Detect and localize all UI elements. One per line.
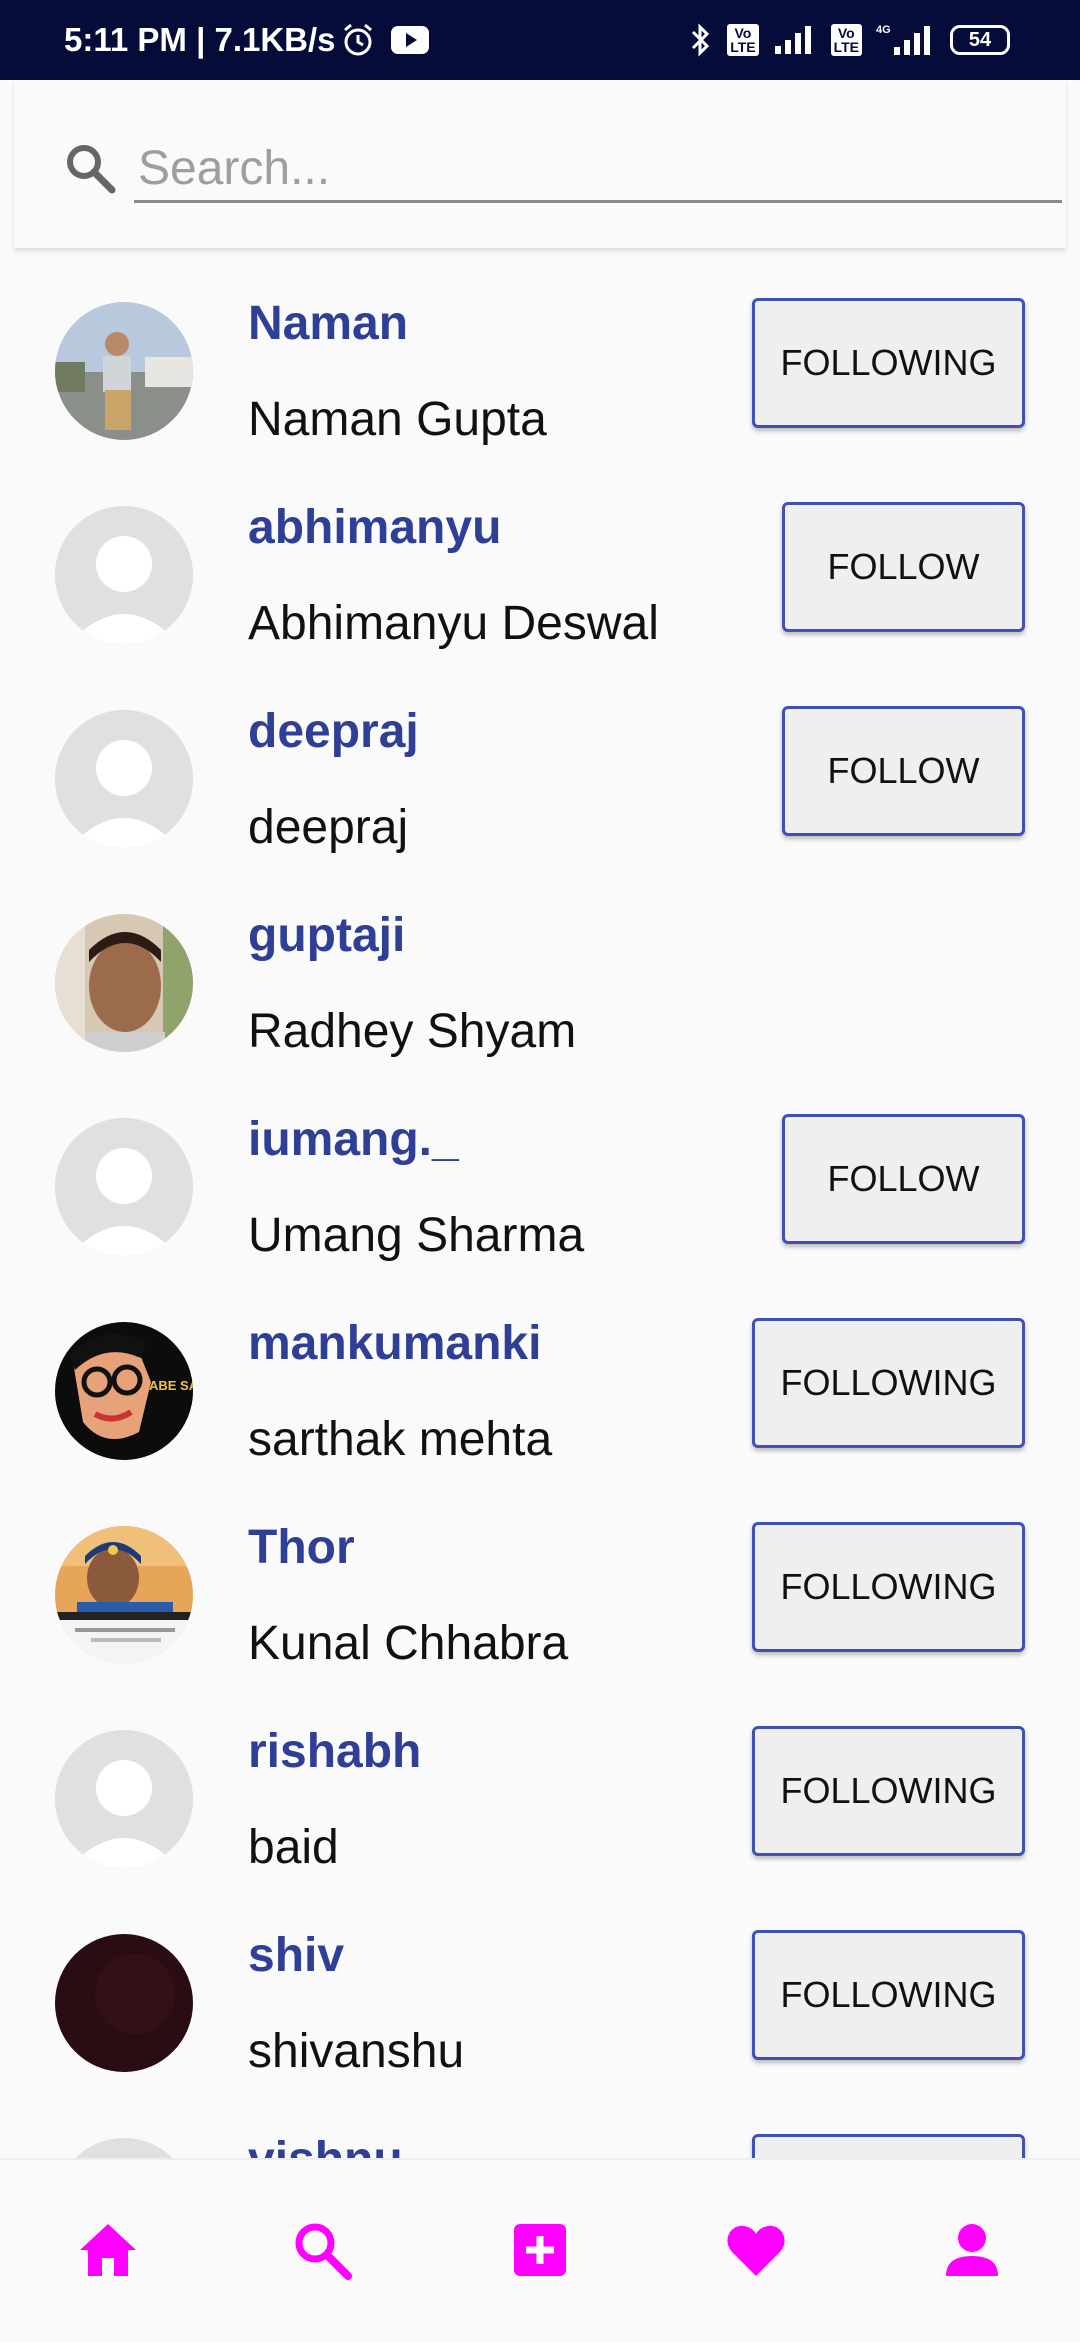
status-bar: 5:11 PM | 7.1KB/s Vo LTE Vo LTE 4G 54 (0, 0, 1080, 80)
avatar[interactable] (55, 1934, 193, 2072)
default-avatar-icon (55, 1730, 193, 1868)
full-name: sarthak mehta (248, 1413, 553, 1466)
home-icon[interactable] (76, 2218, 140, 2282)
bottom-navigation (0, 2158, 1080, 2342)
username[interactable]: guptaji (248, 908, 405, 963)
photo-boy-avatar (55, 302, 193, 440)
search-icon[interactable] (290, 2218, 354, 2282)
default-avatar-icon (55, 2138, 193, 2160)
alarm-icon (344, 23, 372, 56)
list-item[interactable]: rishabh baid FOLLOWING (0, 1678, 1080, 1882)
volte-badge-2: Vo LTE (830, 24, 862, 56)
list-item[interactable]: vishnu (0, 2086, 1080, 2160)
avatar[interactable] (55, 710, 193, 848)
username[interactable]: iumang._ (248, 1112, 459, 1167)
avatar[interactable] (55, 506, 193, 644)
status-right-icons: Vo LTE Vo LTE 4G 54 (689, 20, 1010, 60)
follow-button[interactable]: FOLLOW (782, 1114, 1025, 1244)
default-avatar-icon (55, 1118, 193, 1256)
volte-badge-1: Vo LTE (727, 24, 759, 56)
status-time: 5:11 PM | 7.1KB/s (64, 21, 336, 58)
svg-text:4G: 4G (876, 24, 891, 36)
youtube-icon (391, 26, 429, 54)
add-post-icon[interactable] (508, 2218, 572, 2282)
status-left-icons (340, 22, 430, 58)
follow-button[interactable]: FOLLOW (782, 706, 1025, 836)
full-name: Kunal Chhabra (248, 1617, 569, 1670)
username[interactable]: Thor (248, 1520, 355, 1575)
following-button[interactable]: FOLLOWING (752, 298, 1025, 428)
follow-button[interactable]: FOLLOW (782, 502, 1025, 632)
list-item[interactable]: Naman Naman Gupta FOLLOWING (0, 250, 1080, 454)
cartoon-avatar: ABE SAALE ! (55, 1322, 193, 1460)
username[interactable]: deepraj (248, 704, 419, 759)
avatar[interactable] (55, 302, 193, 440)
dark-avatar (55, 1934, 193, 2072)
search-input[interactable] (134, 136, 1062, 203)
full-name: deepraj (248, 801, 409, 854)
user-list: Naman Naman Gupta FOLLOWING abhimanyu Ab… (0, 250, 1080, 2160)
avatar[interactable] (55, 914, 193, 1052)
search-bar (14, 80, 1066, 248)
full-name: Umang Sharma (248, 1209, 585, 1262)
list-item[interactable]: iumang._ Umang Sharma FOLLOW (0, 1066, 1080, 1270)
full-name: Abhimanyu Deswal (248, 597, 659, 650)
full-name: baid (248, 1821, 339, 1874)
photo-face-avatar (55, 914, 193, 1052)
list-item[interactable]: shiv shivanshu FOLLOWING (0, 1882, 1080, 2086)
default-avatar-icon (55, 710, 193, 848)
following-button[interactable]: FOLLOWING (752, 1726, 1025, 1856)
photo-cricketer-avatar (55, 1526, 193, 1664)
following-button[interactable]: FOLLOWING (752, 1522, 1025, 1652)
username[interactable]: Naman (248, 296, 408, 351)
avatar-text: ABE SAALE ! (149, 1378, 193, 1393)
avatar[interactable] (55, 2138, 193, 2160)
avatar[interactable]: ABE SAALE ! (55, 1322, 193, 1460)
bluetooth-icon (692, 23, 710, 57)
avatar[interactable] (55, 1730, 193, 1868)
battery-indicator: 54 (950, 25, 1010, 55)
signal-4g-icon: 4G (876, 24, 930, 55)
profile-icon[interactable] (940, 2218, 1004, 2282)
username[interactable]: shiv (248, 1928, 344, 1983)
full-name: shivanshu (248, 2025, 465, 2078)
default-avatar-icon (55, 506, 193, 644)
list-item[interactable]: Thor Kunal Chhabra FOLLOWING (0, 1474, 1080, 1678)
signal-icon (774, 26, 811, 54)
following-button[interactable]: FOLLOWING (752, 1318, 1025, 1448)
full-name: Radhey Shyam (248, 1005, 577, 1058)
avatar[interactable] (55, 1526, 193, 1664)
list-item[interactable]: guptaji Radhey Shyam (0, 862, 1080, 1066)
avatar[interactable] (55, 1118, 193, 1256)
list-item[interactable]: deepraj deepraj FOLLOW (0, 658, 1080, 862)
following-button[interactable] (752, 2134, 1025, 2160)
username[interactable]: vishnu (248, 2132, 403, 2160)
username[interactable]: rishabh (248, 1724, 421, 1779)
heart-icon[interactable] (724, 2218, 788, 2282)
username[interactable]: mankumanki (248, 1316, 541, 1371)
list-item[interactable]: ABE SAALE ! mankumanki sarthak mehta FOL… (0, 1270, 1080, 1474)
full-name: Naman Gupta (248, 393, 547, 446)
search-icon[interactable] (62, 140, 118, 196)
username[interactable]: abhimanyu (248, 500, 501, 555)
list-item[interactable]: abhimanyu Abhimanyu Deswal FOLLOW (0, 454, 1080, 658)
following-button[interactable]: FOLLOWING (752, 1930, 1025, 2060)
